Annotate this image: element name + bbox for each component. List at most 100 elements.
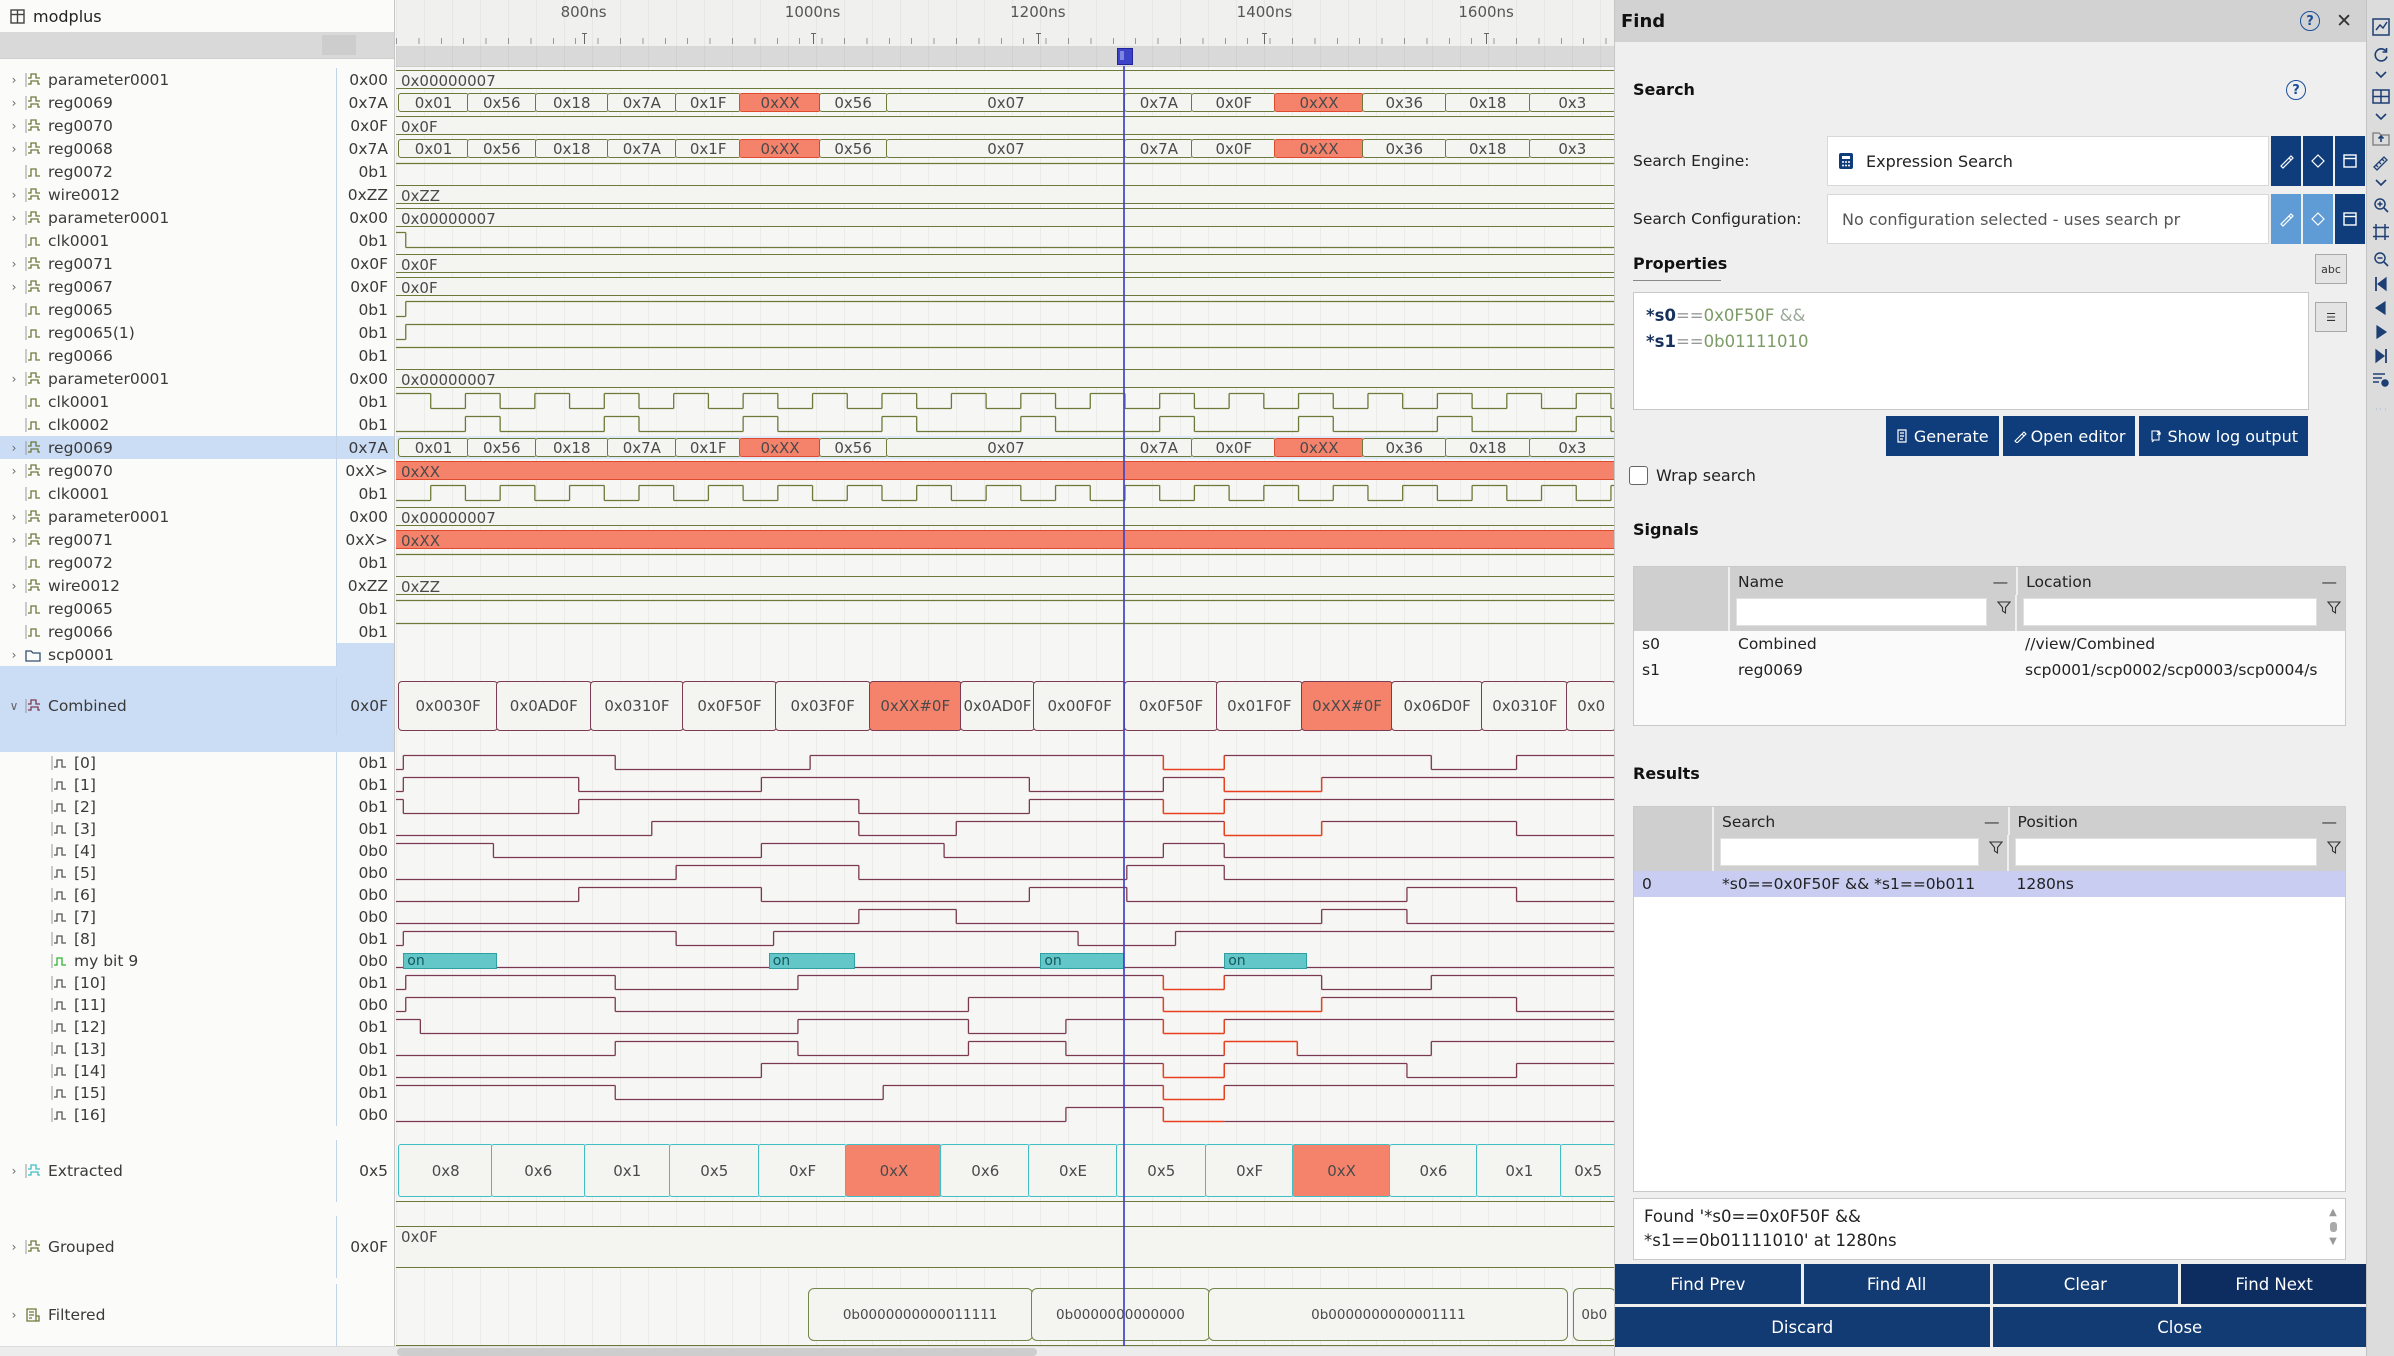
chevron-collapsed-icon[interactable]: › [6, 96, 22, 110]
chevron-down-icon[interactable] [2370, 64, 2392, 86]
next-icon[interactable] [2370, 321, 2392, 343]
chart-view-icon[interactable] [2370, 16, 2392, 38]
list-mode-button[interactable]: ☰ [2315, 302, 2347, 332]
wave-row-wire0012[interactable]: 0xZZ [396, 574, 1614, 597]
chevron-collapsed-icon[interactable]: › [6, 142, 22, 156]
tree-item-clk0001[interactable]: clk00010b1 [0, 482, 394, 505]
wave-row-reg0072[interactable] [396, 160, 1614, 183]
tree-item--1-[interactable]: [1]0b1 [0, 774, 394, 796]
filter-input[interactable] [2023, 598, 2317, 626]
tree-item--15-[interactable]: [15]0b1 [0, 1082, 394, 1104]
wave-row-reg0071[interactable]: 0xXX [396, 528, 1614, 551]
tree-item--0-[interactable]: [0]0b1 [0, 752, 394, 774]
table-row[interactable]: s0Combined//view/Combined [1634, 631, 2345, 657]
search-help-icon[interactable]: ? [2286, 80, 2306, 100]
tree-item--11-[interactable]: [11]0b0 [0, 994, 394, 1016]
tree-item-reg0072[interactable]: reg00720b1 [0, 551, 394, 574]
tree-item--10-[interactable]: [10]0b1 [0, 972, 394, 994]
header-col-1[interactable]: Search— [1714, 807, 2010, 835]
chevron-collapsed-icon[interactable]: › [6, 510, 22, 524]
wave-row-filtered[interactable]: 0b00000000000111110b00000000000000b00000… [396, 1284, 1614, 1346]
wave-row--6-[interactable] [396, 884, 1614, 906]
wave-row-reg0066[interactable] [396, 620, 1614, 643]
help-icon[interactable]: ? [2300, 11, 2320, 31]
wave-row-reg0072[interactable] [396, 551, 1614, 574]
tree-item--13-[interactable]: [13]0b1 [0, 1038, 394, 1060]
clear-engine-button[interactable] [2303, 136, 2333, 186]
wave-row-clk0002[interactable] [396, 413, 1614, 436]
wave-row-clk0001[interactable] [396, 482, 1614, 505]
find-all-button[interactable]: Find All [1804, 1264, 1990, 1304]
wave-row--5-[interactable] [396, 862, 1614, 884]
find-prev-button[interactable]: Find Prev [1615, 1264, 1801, 1304]
search-config-field[interactable]: No configuration selected - uses search … [1827, 194, 2269, 244]
clear-button[interactable]: Clear [1993, 1264, 2179, 1304]
wave-row-reg0065[interactable] [396, 298, 1614, 321]
chevron-collapsed-icon[interactable]: › [6, 579, 22, 593]
tree-item--4-[interactable]: [4]0b0 [0, 840, 394, 862]
close-icon[interactable]: ✕ [2336, 10, 2352, 32]
tree-item-reg0065[interactable]: reg00650b1 [0, 298, 394, 321]
wave-row-extracted[interactable]: 0x80x60x10x50xF0xX0x60xE0x50xF0xX0x60x10… [396, 1140, 1614, 1202]
wave-row-reg0067[interactable]: 0x0F [396, 275, 1614, 298]
table-row[interactable]: 0*s0==0x0F50F && *s1==0b0111280ns [1634, 871, 2345, 897]
tree-item-filtered[interactable]: ›Filtered [0, 1284, 394, 1346]
time-cursor-line[interactable] [1123, 66, 1125, 1346]
wave-row-reg0069[interactable]: 0x010x560x180x7A0x1F0xXX0x560x070x7A0x0F… [396, 91, 1614, 114]
time-cursor-handle[interactable] [1117, 48, 1133, 65]
chevron-collapsed-icon[interactable]: › [6, 441, 22, 455]
tree-item--12-[interactable]: [12]0b1 [0, 1016, 394, 1038]
wave-row-reg0069[interactable]: 0x010x560x180x7A0x1F0xXX0x560x070x7A0x0F… [396, 436, 1614, 459]
wave-row-reg0068[interactable]: 0x010x560x180x7A0x1F0xXX0x560x070x7A0x0F… [396, 137, 1614, 160]
wave-row-reg0070[interactable]: 0xXX [396, 459, 1614, 482]
tree-item-reg0069[interactable]: ›reg00690x7A [0, 91, 394, 114]
tree-item-reg0067[interactable]: ›reg00670x0F [0, 275, 394, 298]
grid-view-icon[interactable] [2370, 86, 2392, 108]
prev-icon[interactable] [2370, 297, 2392, 319]
chevron-collapsed-icon[interactable]: › [6, 648, 22, 662]
filter-input[interactable] [2015, 838, 2317, 866]
tree-item-reg0065-1-[interactable]: reg0065(1)0b1 [0, 321, 394, 344]
wave-row--10-[interactable] [396, 972, 1614, 994]
filter-funnel-icon[interactable] [1988, 840, 2004, 860]
skip-end-icon[interactable] [2370, 345, 2392, 367]
minimize-column-icon[interactable]: — [1993, 573, 2009, 591]
filter-funnel-icon[interactable] [2326, 600, 2342, 620]
wave-row--7-[interactable] [396, 906, 1614, 928]
tree-item--8-[interactable]: [8]0b1 [0, 928, 394, 950]
filter-input[interactable] [1720, 838, 1979, 866]
tree-item-wire0012[interactable]: ›wire00120xZZ [0, 183, 394, 206]
tree-item--6-[interactable]: [6]0b0 [0, 884, 394, 906]
tree-item-reg0072[interactable]: reg00720b1 [0, 160, 394, 183]
tree-item-reg0069[interactable]: ›reg00690x7A [0, 436, 394, 459]
wave-row-combined[interactable]: 0x0030F0x0AD0F0x0310F0x0F50F0x03F0F0xXX#… [396, 677, 1614, 735]
tree-item-combined[interactable]: ∨Combined0x0F [0, 677, 394, 735]
table-row[interactable]: s1reg0069scp0001/scp0002/scp0003/scp0004… [1634, 657, 2345, 683]
wrap-search-row[interactable]: Wrap search [1629, 466, 1756, 485]
chevron-collapsed-icon[interactable]: › [6, 188, 22, 202]
tree-item--5-[interactable]: [5]0b0 [0, 862, 394, 884]
chevron-collapsed-icon[interactable]: › [6, 1164, 22, 1178]
wave-row-parameter0001[interactable]: 0x00000007 [396, 367, 1614, 390]
tree-item-my-bit-9[interactable]: my bit 90b0 [0, 950, 394, 972]
minimize-column-icon[interactable]: — [1984, 813, 2000, 831]
wave-row-my-bit-9[interactable]: onononon [396, 950, 1614, 972]
more-dots-icon[interactable] [2370, 398, 2392, 420]
filter-funnel-icon[interactable] [2326, 840, 2342, 860]
status-scroll-arrows[interactable]: ▲▼ [2327, 1207, 2339, 1247]
sync-icon[interactable] [2370, 44, 2392, 66]
tree-item-grouped[interactable]: ›Grouped0x0F [0, 1216, 394, 1278]
chevron-collapsed-icon[interactable]: › [6, 73, 22, 87]
tree-item-reg0066[interactable]: reg00660b1 [0, 344, 394, 367]
minimize-column-icon[interactable]: — [2322, 813, 2338, 831]
filter-input[interactable] [1736, 598, 1987, 626]
wave-row-parameter0001[interactable]: 0x00000007 [396, 505, 1614, 528]
chevron-collapsed-icon[interactable]: › [6, 280, 22, 294]
tree-item-parameter0001[interactable]: ›parameter00010x00 [0, 505, 394, 528]
chevron-collapsed-icon[interactable]: › [6, 1308, 22, 1322]
wave-row--2-[interactable] [396, 796, 1614, 818]
chevron-collapsed-icon[interactable]: › [6, 211, 22, 225]
text-mode-button[interactable]: abc [2315, 254, 2347, 284]
tree-column-header[interactable] [0, 32, 394, 59]
wave-row--15-[interactable] [396, 1082, 1614, 1104]
